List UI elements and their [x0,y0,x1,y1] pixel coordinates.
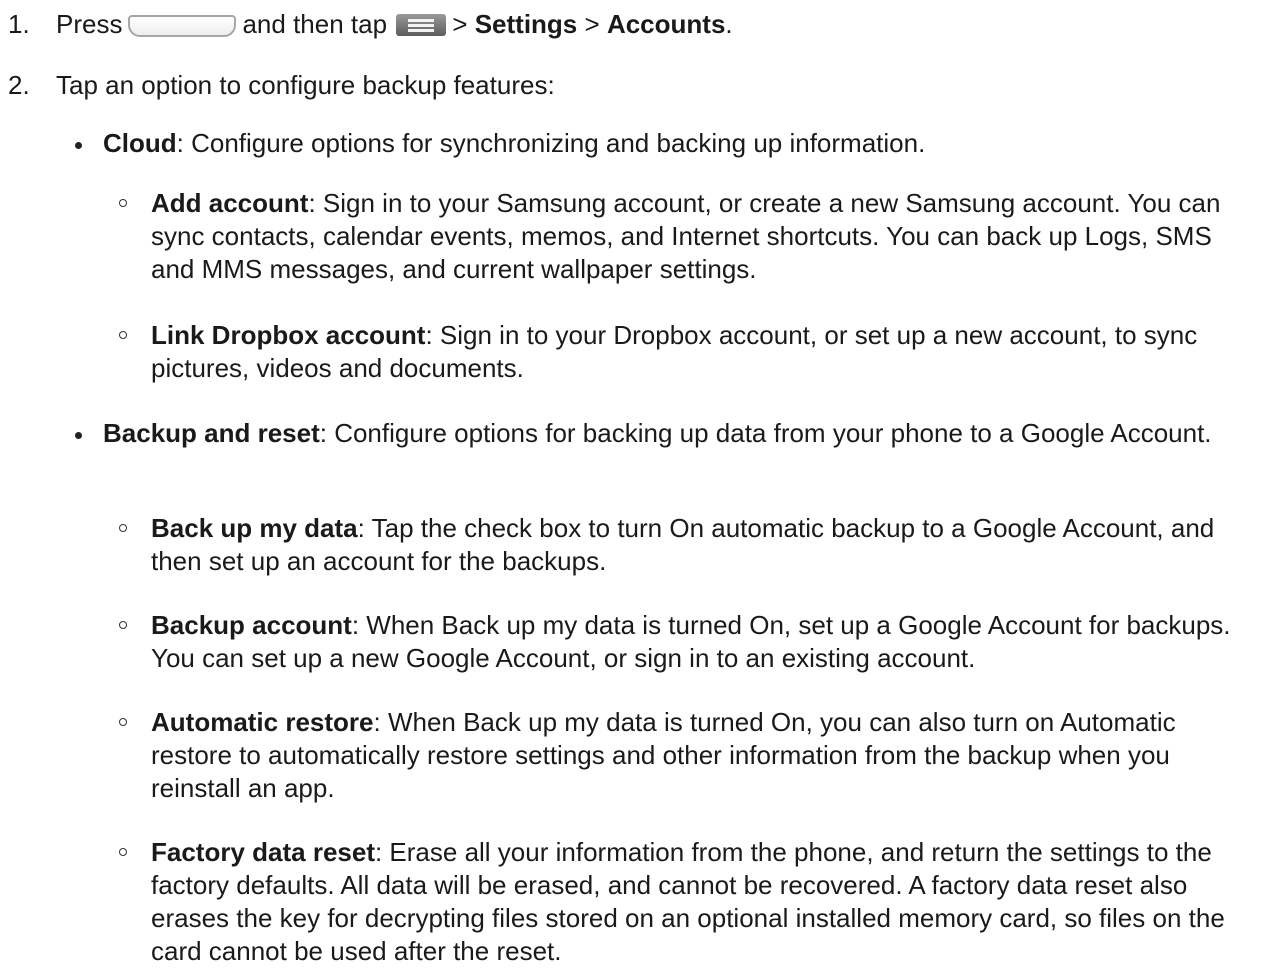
sub-bullet-icon [119,524,127,532]
sub-item-text: Add account: Sign in to your Samsung acc… [151,187,1256,286]
item-title: Add account [151,188,309,218]
item-title: Cloud [103,128,177,158]
bullet-icon [75,142,82,149]
item-description: : Sign in to your Samsung account, or cr… [151,188,1221,284]
sub-bullet-icon [119,199,127,207]
period: . [725,9,733,39]
item-title: Back up my data [151,513,358,543]
press-label: Press [56,9,123,39]
step-number: 1. [8,9,30,39]
sub-bullet-icon [119,848,127,856]
bullet-text: Backup and reset: Configure options for … [103,417,1253,450]
item-description: : Configure options for synchronizing an… [176,128,926,158]
step-text: Press and then tap > Settings > Accounts. [56,8,733,41]
bullet-icon [75,432,82,439]
bullet-text: Cloud: Configure options for synchronizi… [103,127,1253,160]
item-title: Automatic restore [151,707,374,737]
sub-item-text: Link Dropbox account: Sign in to your Dr… [151,319,1256,385]
sub-item-text: Back up my data: Tap the check box to tu… [151,512,1256,578]
accounts-label: Accounts [606,9,726,39]
step-number: 2. [8,70,30,100]
sub-item-text: Backup account: When Back up my data is … [151,609,1256,675]
home-key-icon [128,15,237,37]
item-title: Backup and reset [103,418,320,448]
sub-item-text: Factory data reset: Erase all your infor… [151,836,1256,968]
menu-key-icon [396,14,447,36]
sub-bullet-icon [119,331,127,339]
sub-bullet-icon [119,718,127,726]
and-then-tap-label: and then tap [242,9,388,39]
sub-bullet-icon [119,621,127,629]
settings-label: Settings [474,9,578,39]
item-title: Link Dropbox account [151,320,426,350]
item-title: Factory data reset [151,837,375,867]
sub-item-text: Automatic restore: When Back up my data … [151,706,1256,805]
step-text: Tap an option to configure backup featur… [56,70,555,100]
separator: > [584,9,600,39]
separator: > [452,9,468,39]
item-title: Backup account [151,610,352,640]
item-description: : Configure options for backing up data … [319,418,1212,448]
